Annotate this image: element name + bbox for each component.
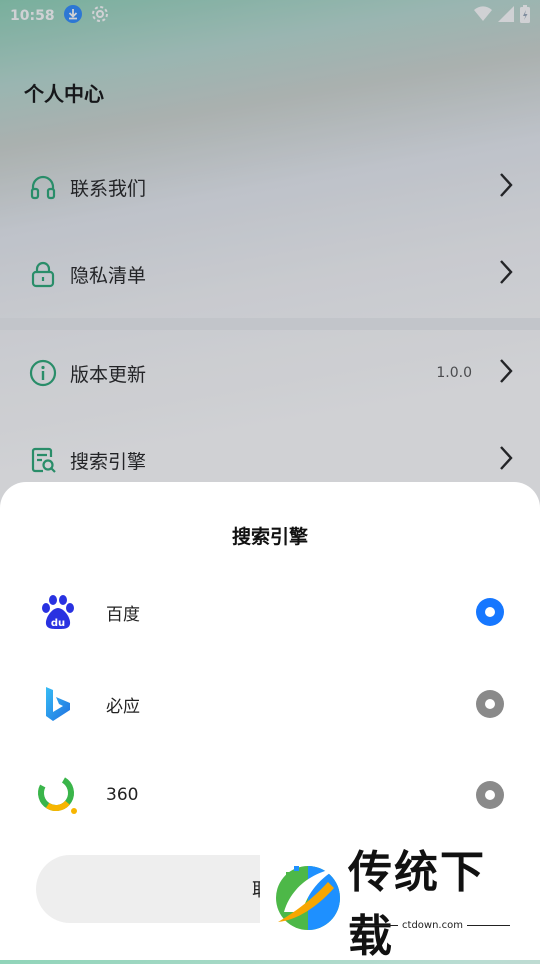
sheet-title: 搜索引擎 (231, 526, 308, 548)
engine-option-baidu[interactable]: du 百度 (0, 572, 540, 652)
engine-option-bing[interactable]: 必应 (0, 664, 540, 744)
engine-name: 百度 (106, 604, 140, 625)
engine-name: 必应 (106, 696, 140, 717)
engine-option-360[interactable]: 360 (0, 755, 540, 835)
360-logo-icon (36, 773, 80, 817)
watermark-text: 传统下载 (348, 847, 486, 962)
baidu-logo-icon: du (36, 590, 80, 634)
watermark: 传统下载 ctdown.com (260, 847, 530, 962)
engine-name: 360 (106, 785, 139, 805)
svg-text:du: du (51, 618, 65, 629)
watermark-logo-icon (268, 860, 348, 940)
bing-logo-icon (36, 682, 80, 726)
watermark-sub: ctdown.com (355, 921, 510, 936)
watermark-sub-text: ctdown.com (398, 921, 467, 931)
radio-selected[interactable] (476, 598, 504, 626)
radio-unselected[interactable] (476, 690, 504, 718)
radio-unselected[interactable] (476, 781, 504, 809)
